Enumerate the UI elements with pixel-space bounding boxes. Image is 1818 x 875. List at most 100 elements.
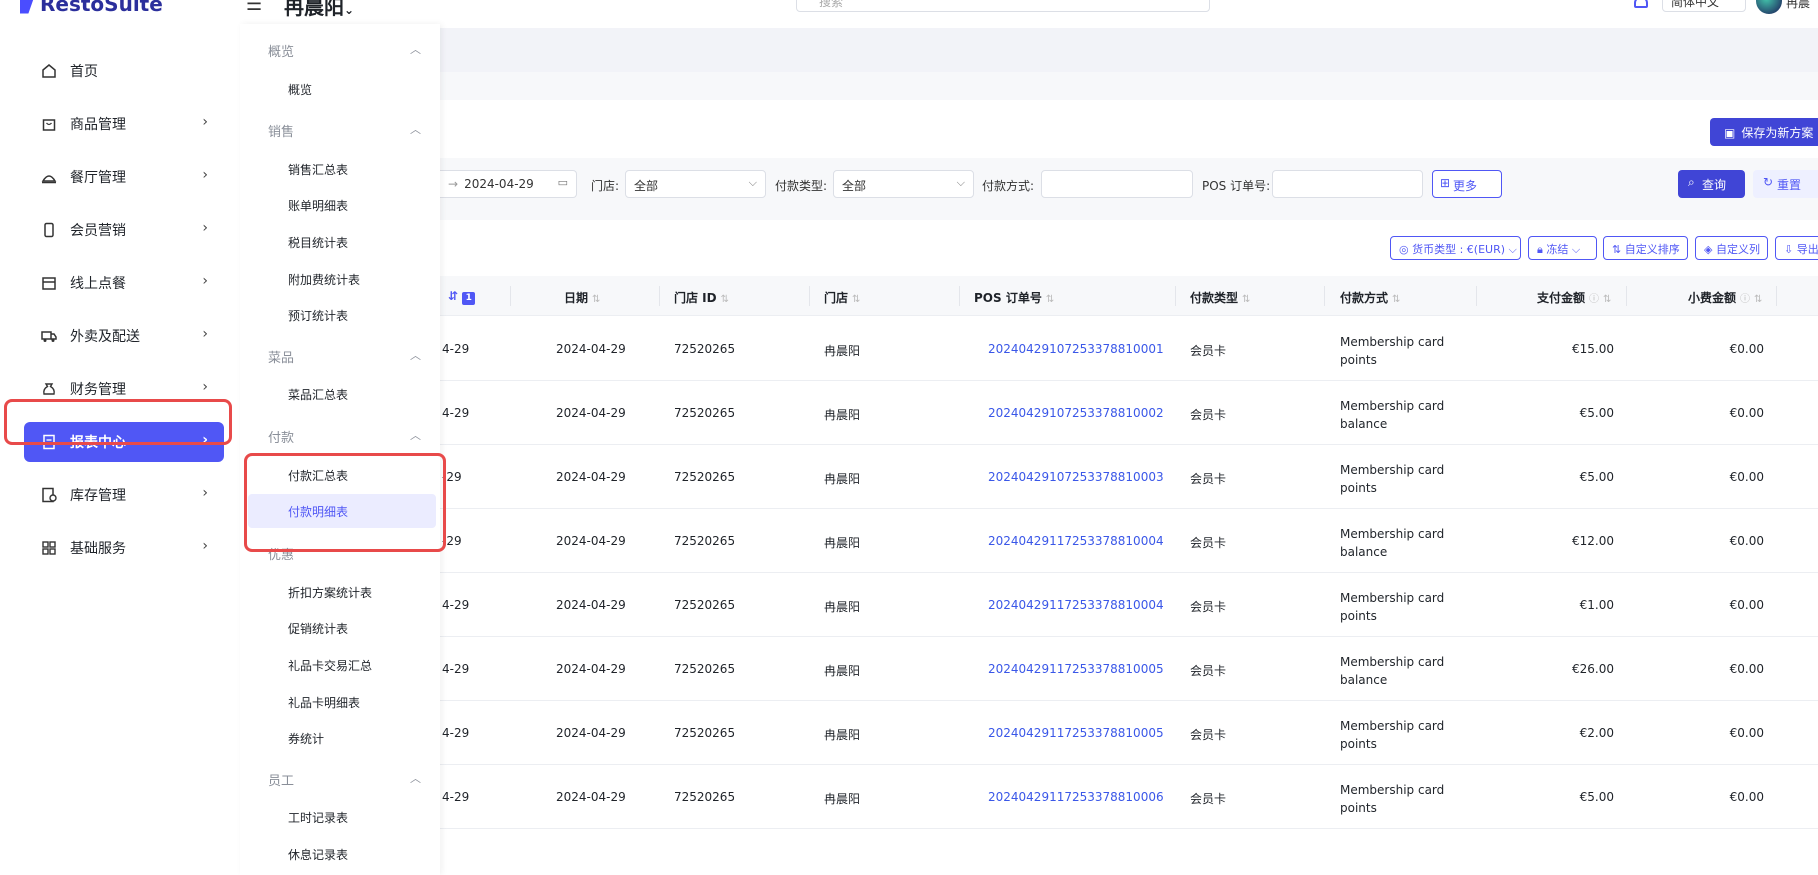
avatar[interactable] (1756, 0, 1782, 14)
cell-pos-order-link[interactable]: 20240429117253378810005 (988, 662, 1164, 676)
column-header-pos-order[interactable]: POS 订单号 ⇅ (974, 289, 1054, 306)
cell-amount: €5.00 (1579, 406, 1614, 420)
pay-type-select[interactable]: 全部 ⌵ (833, 170, 974, 198)
export-button[interactable]: ⇩ 导出 (1775, 236, 1818, 260)
submenu-item-giftcard-summary[interactable]: 礼品卡交易汇总 (288, 657, 372, 674)
global-search-input[interactable]: 搜索 (796, 0, 1210, 12)
submenu-item-dish-summary[interactable]: 菜品汇总表 (288, 386, 348, 403)
cell-pos-order-link[interactable]: 20240429117253378810006 (988, 790, 1164, 804)
currency-select[interactable]: ◎ 货币类型 : €(EUR) ⌵ (1390, 236, 1521, 260)
chevron-up-icon[interactable]: ︿ (410, 427, 421, 443)
submenu-group-overview[interactable]: 概览 (268, 41, 294, 60)
submenu-item-promo-stats[interactable]: 促销统计表 (288, 620, 348, 637)
bell-icon[interactable] (1634, 0, 1648, 8)
sidebar-item-delivery[interactable]: 外卖及配送 › (24, 316, 224, 356)
submenu-item-work-hours[interactable]: 工时记录表 (288, 809, 348, 826)
sidebar-item-home[interactable]: 首页 (24, 51, 224, 91)
table-row[interactable]: 4-29 2024-04-29 72520265 冉晨阳 20240429117… (440, 765, 1818, 829)
chevron-up-icon[interactable]: ︿ (410, 347, 421, 363)
submenu-group-staff[interactable]: 员工 (268, 770, 294, 789)
sidebar-item-restaurant[interactable]: 餐厅管理 › (24, 157, 224, 197)
column-divider (959, 286, 960, 306)
currency-label: 货币类型 : €(EUR) (1412, 243, 1506, 256)
table-row[interactable]: -29 2024-04-29 72520265 冉晨阳 202404291072… (440, 445, 1818, 509)
chevron-up-icon[interactable]: ︿ (410, 770, 421, 786)
column-header-label: 门店 ID (674, 291, 717, 305)
column-header-tip[interactable]: 小费金额 ⓘ ⇅ (1688, 289, 1762, 306)
cell-store: 冉晨阳 (824, 408, 861, 422)
download-icon: ⇩ (1784, 243, 1797, 256)
more-filters-button[interactable]: ⊞ 更多 (1432, 170, 1502, 198)
query-button[interactable]: ⌕ 查询 (1678, 170, 1745, 198)
user-name[interactable]: 冉晨 (1786, 0, 1810, 11)
cell-pos-order-link[interactable]: 20240429117253378810004 (988, 534, 1164, 548)
filter-sort-indicator[interactable]: ⇵ 1 (448, 289, 476, 305)
submenu-item-giftcard-detail[interactable]: 礼品卡明细表 (288, 694, 360, 711)
cell-pos-order-link[interactable]: 20240429107253378810002 (988, 406, 1164, 420)
cell-date: 2024-04-29 (556, 470, 626, 484)
cell-pay-type: 会员卡 (1190, 600, 1227, 614)
cell-date: 2024-04-29 (556, 406, 626, 420)
menu-toggle-icon[interactable]: ☰ (246, 0, 262, 15)
pos-order-input[interactable] (1272, 170, 1423, 198)
sidebar-item-membership[interactable]: 会员营销 › (24, 210, 224, 250)
submenu-item-bill-detail[interactable]: 账单明细表 (288, 197, 348, 214)
submenu-item-surcharge-stats[interactable]: 附加费统计表 (288, 271, 360, 288)
submenu-group-payment[interactable]: 付款 (268, 427, 294, 446)
pay-type-label: 付款类型: (775, 179, 828, 193)
table-row[interactable]: 4-29 2024-04-29 72520265 冉晨阳 20240429117… (440, 573, 1818, 637)
pay-method-input[interactable] (1041, 170, 1193, 198)
cell-pos-order-link[interactable]: 20240429107253378810003 (988, 470, 1164, 484)
cell-pos-order-link[interactable]: 20240429117253378810004 (988, 598, 1164, 612)
sidebar-item-online-order[interactable]: 线上点餐 › (24, 263, 224, 303)
table-row[interactable]: -29 2024-04-29 72520265 冉晨阳 202404291172… (440, 509, 1818, 573)
submenu-item-tax-stats[interactable]: 税目统计表 (288, 234, 348, 251)
cell-tip: €0.00 (1729, 342, 1764, 356)
submenu-item-sales-summary[interactable]: 销售汇总表 (288, 161, 348, 178)
save-new-scheme-button[interactable]: ▣ 保存为新方案 (1710, 118, 1818, 146)
column-header-pay-type[interactable]: 付款类型 ⇅ (1190, 289, 1250, 306)
reset-button[interactable]: ↻ 重置 (1753, 170, 1818, 198)
chevron-up-icon[interactable]: ︿ (410, 41, 421, 57)
chevron-down-icon: ⌵ (1568, 243, 1581, 256)
store-selector[interactable]: 冉晨阳⌄ (284, 0, 354, 20)
submenu-item-discount-stats[interactable]: 折扣方案统计表 (288, 584, 372, 601)
language-select[interactable]: 简体中文 (1662, 0, 1746, 12)
cell-pos-order-link[interactable]: 20240429117253378810005 (988, 726, 1164, 740)
sort-icon: ⇅ (1045, 294, 1055, 305)
sidebar-item-basic-services[interactable]: 基础服务 › (24, 528, 224, 568)
table-row[interactable]: 4-29 2024-04-29 72520265 冉晨阳 20240429117… (440, 637, 1818, 701)
submenu-group-sales[interactable]: 销售 (268, 121, 294, 140)
date-range-end-input[interactable]: → 2024-04-29 ▭ (440, 170, 577, 198)
column-header-label: 付款方式 (1340, 291, 1389, 305)
submenu-group-dishes[interactable]: 菜品 (268, 347, 294, 366)
cell-tip: €0.00 (1729, 534, 1764, 548)
table-row[interactable]: 4-29 2024-04-29 72520265 冉晨阳 20240429107… (440, 317, 1818, 381)
cloche-icon (40, 168, 58, 186)
custom-columns-button[interactable]: ◈ 自定义列 (1695, 236, 1768, 260)
submenu-item-reservation-stats[interactable]: 预订统计表 (288, 307, 348, 324)
cell-date: 2024-04-29 (556, 598, 626, 612)
submenu-item-break-records[interactable]: 休息记录表 (288, 846, 348, 863)
cell-amount: €1.00 (1579, 598, 1614, 612)
freeze-button[interactable]: 🔒︎ 冻结 ⌵ (1528, 236, 1597, 260)
column-header-store[interactable]: 门店 ⇅ (824, 289, 860, 306)
sidebar-item-products[interactable]: 商品管理 › (24, 104, 224, 144)
sidebar-item-inventory[interactable]: 库存管理 › (24, 475, 224, 515)
submenu-item-overview[interactable]: 概览 (288, 81, 312, 98)
custom-sort-button[interactable]: ⇅ 自定义排序 (1603, 236, 1688, 260)
store-filter-select[interactable]: 全部 ⌵ (625, 170, 766, 198)
chevron-up-icon[interactable]: ︿ (410, 121, 421, 137)
money-bag-icon (40, 380, 58, 398)
column-header-date[interactable]: 日期 ⇅ (564, 289, 600, 306)
column-header-store-id[interactable]: 门店 ID ⇅ (674, 289, 729, 306)
table-row[interactable]: 4-29 2024-04-29 72520265 冉晨阳 20240429107… (440, 381, 1818, 445)
submenu-item-coupon-stats[interactable]: 券统计 (288, 730, 324, 747)
logo-text: RestoSuite (40, 0, 163, 16)
cell-pos-order-link[interactable]: 20240429107253378810001 (988, 342, 1164, 356)
column-header-pay-method[interactable]: 付款方式 ⇅ (1340, 289, 1400, 306)
logo[interactable]: RestoSuite (20, 0, 163, 16)
column-header-amount[interactable]: 支付金额 ⓘ ⇅ (1537, 289, 1611, 306)
table-row[interactable]: 4-29 2024-04-29 72520265 冉晨阳 20240429117… (440, 701, 1818, 765)
sidebar-item-label: 外卖及配送 (70, 329, 140, 345)
